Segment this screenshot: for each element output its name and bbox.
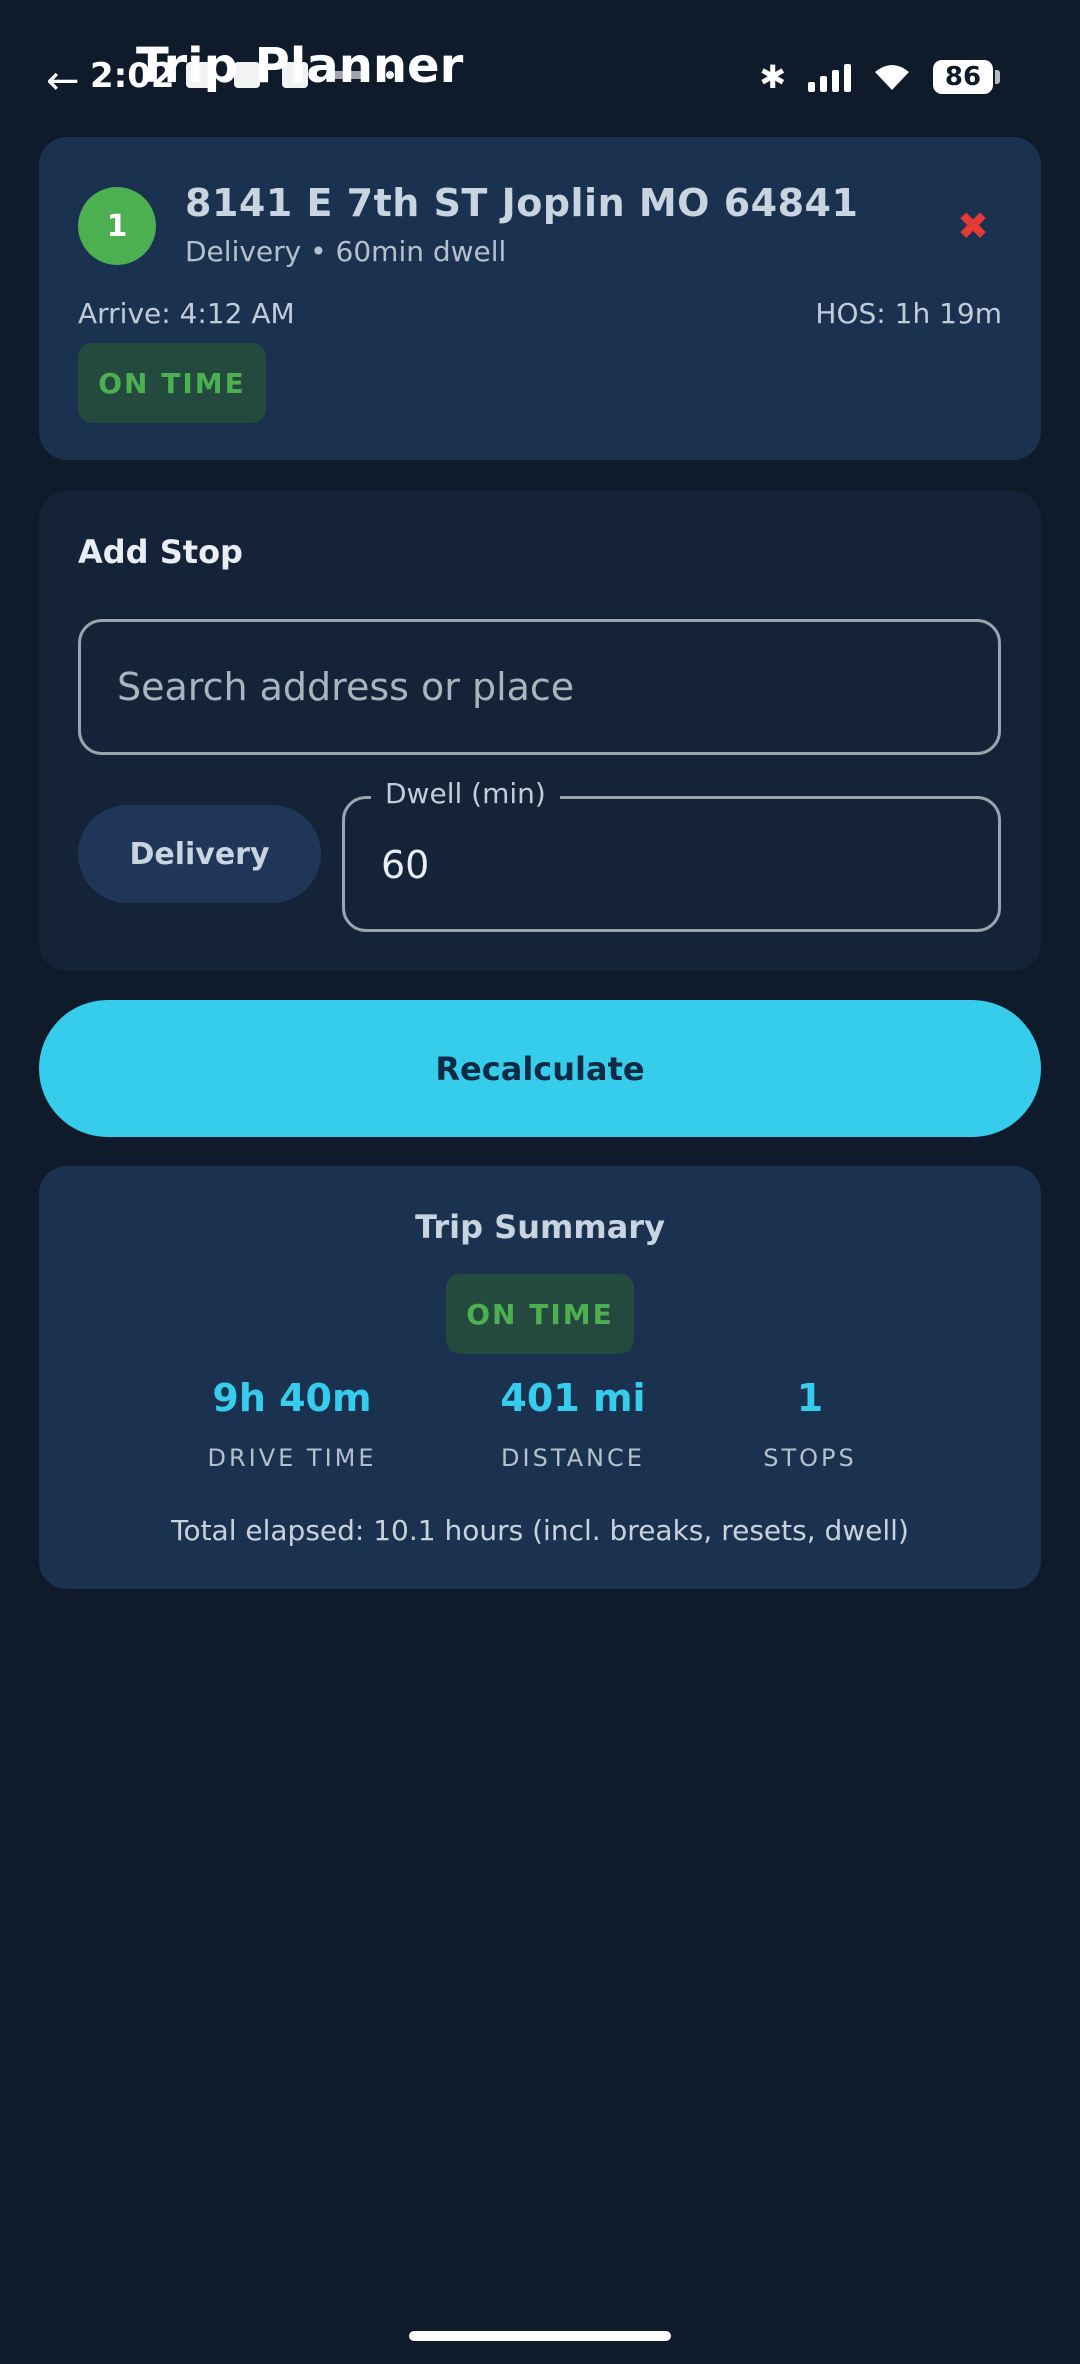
battery-level: 86 <box>933 60 993 94</box>
wifi-icon <box>873 62 911 92</box>
stat-stops: 1 STOPS <box>680 1376 940 1472</box>
page-title: Trip Planner <box>136 38 464 94</box>
battery-icon: 86 <box>933 60 1000 94</box>
total-elapsed: Total elapsed: 10.1 hours (incl. breaks,… <box>171 1514 909 1547</box>
drive-time-label: DRIVE TIME <box>207 1444 377 1472</box>
bluetooth-icon: ✱ <box>759 58 786 96</box>
drive-time-value: 9h 40m <box>212 1376 372 1420</box>
dwell-label: Dwell (min) <box>371 777 560 810</box>
dwell-field[interactable]: Dwell (min) 60 <box>342 777 1001 932</box>
stop-hos: HOS: 1h 19m <box>815 297 1002 330</box>
trip-summary-card: Trip Summary ON TIME 9h 40m DRIVE TIME 4… <box>39 1166 1041 1589</box>
summary-title: Trip Summary <box>415 1208 665 1246</box>
summary-status-badge: ON TIME <box>446 1274 634 1354</box>
add-stop-card: Add Stop Delivery Dwell (min) 60 <box>39 491 1041 971</box>
distance-value: 401 mi <box>500 1376 646 1420</box>
recalculate-button[interactable]: Recalculate <box>39 1000 1041 1137</box>
stop-number-badge: 1 <box>78 187 156 265</box>
cell-signal-icon <box>808 62 851 92</box>
stat-distance: 401 mi DISTANCE <box>443 1376 703 1472</box>
search-address-input[interactable] <box>78 619 1001 755</box>
close-x-icon: ✖ <box>957 204 989 248</box>
stops-label: STOPS <box>763 1444 857 1472</box>
stop-subtitle: Delivery • 60min dwell <box>185 235 507 268</box>
stop-card[interactable]: 1 8141 E 7th ST Joplin MO 64841 Delivery… <box>39 137 1041 460</box>
add-stop-title: Add Stop <box>78 533 243 571</box>
stop-arrive-time: Arrive: 4:12 AM <box>78 297 295 330</box>
remove-stop-button[interactable]: ✖ <box>957 207 989 245</box>
system-icons: ✱ 86 <box>759 60 1000 94</box>
arrow-left-icon[interactable]: ← <box>46 58 80 104</box>
status-bar: ← 2:02 Trip Planner ✱ 86 <box>0 0 1080 130</box>
stop-type-button[interactable]: Delivery <box>78 805 321 903</box>
stat-drive-time: 9h 40m DRIVE TIME <box>162 1376 422 1472</box>
stops-value: 1 <box>796 1376 824 1420</box>
distance-label: DISTANCE <box>501 1444 645 1472</box>
stop-address: 8141 E 7th ST Joplin MO 64841 <box>185 181 859 225</box>
stop-status-badge: ON TIME <box>78 343 266 423</box>
dwell-value: 60 <box>381 843 430 887</box>
home-indicator[interactable] <box>409 2331 671 2341</box>
